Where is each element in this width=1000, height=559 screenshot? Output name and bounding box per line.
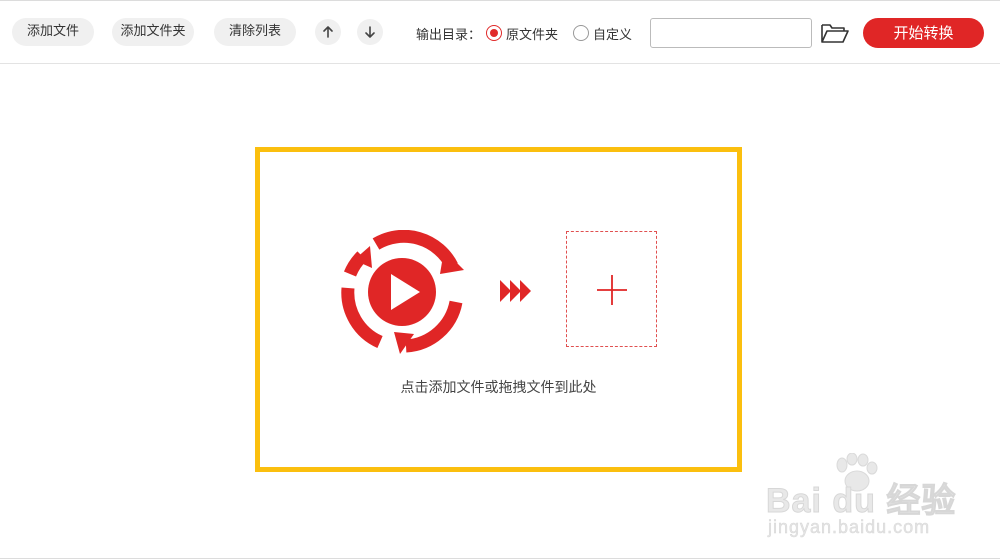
add-folder-button[interactable]: 添加文件夹 [112, 18, 194, 46]
radio-custom-folder-label[interactable]: 自定义 [593, 24, 632, 43]
radio-original-folder-label[interactable]: 原文件夹 [506, 24, 558, 43]
arrow-down-icon [365, 26, 375, 38]
move-up-button[interactable] [315, 19, 341, 45]
start-convert-button[interactable]: 开始转换 [863, 18, 984, 48]
triple-arrow-icon [500, 280, 531, 302]
add-file-button[interactable]: 添加文件 [12, 18, 94, 46]
watermark-url: jingyan.baidu.com [768, 517, 931, 538]
watermark-brand: Bai du 经验 [765, 482, 957, 521]
move-down-button[interactable] [357, 19, 383, 45]
output-directory-label: 输出目录： [416, 28, 482, 43]
file-drop-zone[interactable]: 点击添加文件或拖拽文件到此处 [255, 147, 742, 472]
clear-list-button[interactable]: 清除列表 [214, 18, 296, 46]
radio-custom-folder[interactable] [573, 25, 589, 41]
radio-original-folder[interactable] [486, 25, 502, 41]
folder-open-icon [821, 24, 849, 43]
video-convert-icon [341, 230, 464, 354]
browse-folder-button[interactable] [820, 21, 850, 45]
arrow-up-icon [323, 26, 333, 38]
plus-icon [597, 275, 627, 305]
watermark: Bai du 经验 jingyan.baidu.com [760, 453, 990, 543]
drop-hint-text: 点击添加文件或拖拽文件到此处 [400, 380, 597, 396]
app-window: 添加文件 添加文件夹 清除列表 输出目录： 原文件夹 自定义 开始转换 点击添加… [0, 0, 1000, 559]
add-file-box[interactable] [566, 231, 657, 347]
output-path-input[interactable] [650, 18, 812, 48]
toolbar: 添加文件 添加文件夹 清除列表 输出目录： 原文件夹 自定义 开始转换 [0, 1, 1000, 64]
